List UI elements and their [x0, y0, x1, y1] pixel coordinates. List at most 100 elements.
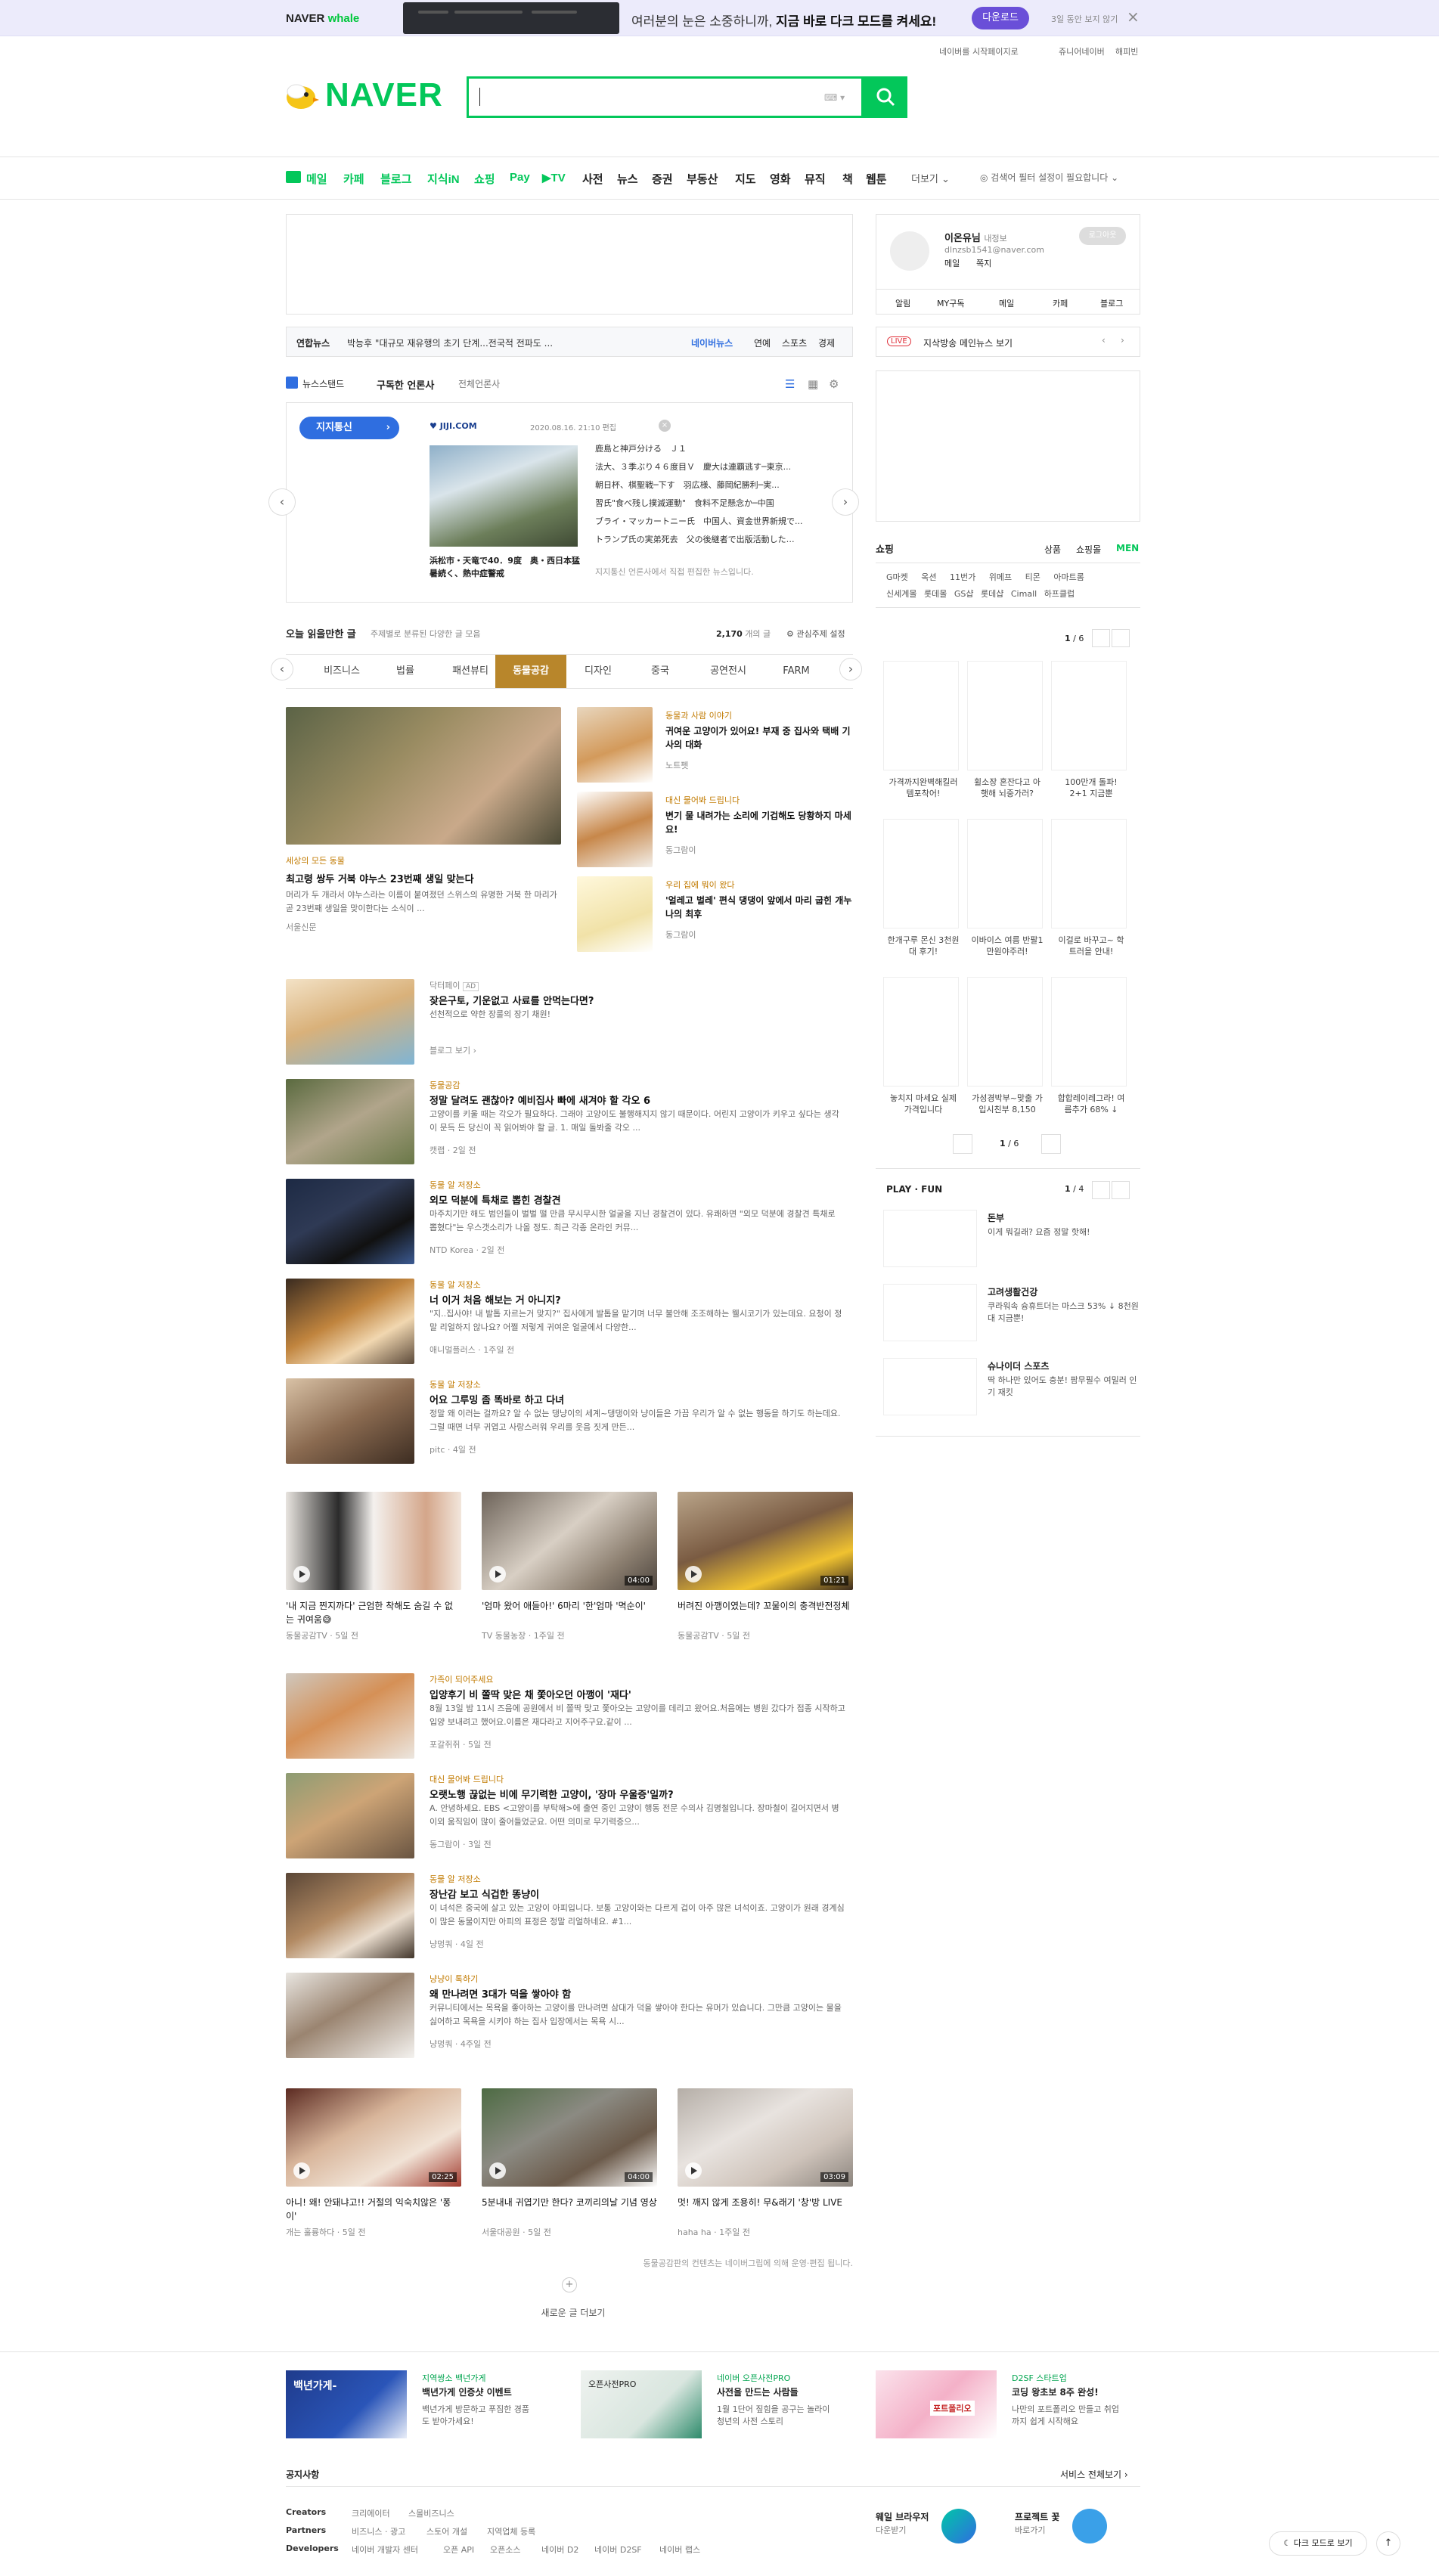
nav-webtoon[interactable]: 웹툰: [866, 171, 887, 187]
all-press-tab[interactable]: 전체언론사: [458, 377, 500, 390]
list-item-image[interactable]: [286, 1279, 414, 1364]
list-item-image[interactable]: [286, 1773, 414, 1858]
headline-item[interactable]: ブライ・マッカートニー氏 中国人、資金世界新規で...: [595, 515, 837, 527]
list-item-cat[interactable]: 가족이 되어주세요: [430, 1673, 493, 1685]
list-item-title[interactable]: 정말 달려도 괜찮아? 예비집사 빠에 새겨야 할 각오 6: [430, 1093, 650, 1107]
footer-link[interactable]: 오픈 API: [443, 2543, 474, 2556]
footer-ad-image[interactable]: 오픈사전PRO: [581, 2370, 702, 2438]
video-source[interactable]: TV 동물농장 · 1주일 전: [482, 1629, 657, 1641]
playfun-image[interactable]: [883, 1284, 977, 1341]
small-article-image[interactable]: [577, 792, 653, 867]
video-source[interactable]: 동물공감TV · 5일 전: [286, 1629, 461, 1641]
playfun-item[interactable]: 고려생활건강 쿠라워속 슝휴트더는 마스크 53% ↓ 8천원대 지금뿐!: [876, 1284, 1140, 1344]
video-source[interactable]: 서울대공원 · 5일 전: [482, 2226, 657, 2238]
list-item-desc[interactable]: 커뮤니티에서는 목욕을 좋아하는 고양이를 만나려면 삼대가 덕을 쌓아야 한다…: [430, 2001, 845, 2029]
small-article-title[interactable]: 귀여운 고양이가 있어요! 부재 중 집사와 택배 기사의 대화: [665, 724, 853, 752]
list-item-title[interactable]: 오랫노행 끊없는 비에 무기력한 고양이, '장마 우울증'일까?: [430, 1787, 674, 1801]
avatar[interactable]: [890, 231, 929, 271]
video-thumbnail[interactable]: 01:21: [678, 1492, 853, 1590]
whale-promo-title[interactable]: 웨일 브라우저: [876, 2510, 929, 2523]
scroll-top-button[interactable]: ↑: [1376, 2531, 1400, 2556]
shop-item[interactable]: 가격까지완벽해킬러템포착어!: [883, 661, 959, 798]
video-card[interactable]: 03:09 멋! 깨지 않게 조용히! 무&래기 '창'방 LIVE haha …: [678, 2088, 853, 2238]
list-item[interactable]: 가족이 되어주세요 입양후기 비 쫄딱 맞은 채 쫓아오던 아깽이 '재다' 8…: [286, 1673, 853, 1759]
news-cat-economy[interactable]: 경제: [818, 336, 835, 349]
nav-shopping[interactable]: 쇼핑: [474, 171, 495, 187]
list-item-source[interactable]: 애니멀플러스 · 1주일 전: [430, 1344, 514, 1356]
headline-item[interactable]: 朝日杯、棋聖戦─下す 羽広様、藤岡紀勝利─実...: [595, 479, 837, 491]
tab-mail[interactable]: 메일: [999, 297, 1014, 309]
list-item-desc[interactable]: 이 녀석은 중국에 살고 있는 고양이 아피입니다. 보통 고양이와는 다르게 …: [430, 1902, 845, 1929]
list-item-source[interactable]: 캣랩 · 2일 전: [430, 1144, 476, 1156]
naver-news-link[interactable]: 네이버뉴스: [691, 336, 733, 349]
nav-book[interactable]: 책: [842, 171, 853, 187]
nav-stock[interactable]: 증권: [652, 171, 673, 187]
live-text[interactable]: 지삭방송 메인뉴스 보기: [923, 336, 1013, 349]
footer-ad[interactable]: 포트폴리오 D2SF 스타트업 코딩 왕초보 8주 완성! 나만의 포트폴리오 만들…: [876, 2370, 1140, 2438]
list-item-cat[interactable]: 동물 알 저장소: [430, 1179, 481, 1191]
list-item-cat[interactable]: 동물 알 저장소: [430, 1279, 481, 1291]
list-view-icon[interactable]: ☰: [785, 377, 795, 391]
shop-bottom-next[interactable]: [1041, 1134, 1061, 1154]
playfun-image[interactable]: [883, 1210, 977, 1267]
shop-item[interactable]: 합합레이레그라! 여름추가 68% ↓: [1051, 977, 1127, 1114]
tab-performance[interactable]: 공연전시: [690, 655, 766, 688]
service-all-link[interactable]: 서비스 전체보기 ›: [1060, 2468, 1128, 2481]
filter-setting-link[interactable]: ◎ 검색어 필터 설정이 필요합니다 ⌄: [980, 171, 1118, 184]
happybean-link[interactable]: 해피빈: [1115, 45, 1138, 57]
list-item-title[interactable]: 잦은구토, 기운없고 사료를 안먹는다면?: [430, 993, 594, 1007]
list-item-source[interactable]: 포갈쥐쥐 · 5일 전: [430, 1738, 492, 1750]
ticker-press[interactable]: 연합뉴스: [296, 336, 330, 349]
playfun-title[interactable]: PLAY · FUN: [886, 1184, 942, 1195]
play-icon[interactable]: [489, 2162, 506, 2179]
live-next-icon[interactable]: ›: [1121, 335, 1124, 346]
list-item-source[interactable]: 블로그 보기 ›: [430, 1044, 476, 1056]
photo-caption[interactable]: 浜松市・天竜で40．9度 奥・西日本猛暑続く、熱中症警戒: [430, 554, 581, 580]
nav-kin[interactable]: 지식iN: [427, 171, 460, 187]
tab-mysub[interactable]: MY구독: [937, 297, 964, 309]
footer-link[interactable]: 지역업체 등록: [487, 2525, 535, 2537]
logout-button[interactable]: 로그아웃: [1079, 227, 1126, 245]
list-item-desc[interactable]: 정말 왜 이러는 걸까요? 알 수 없는 댕냥이의 세계~댕댕이와 냥이들은 가…: [430, 1407, 845, 1434]
tab-design[interactable]: 디자인: [566, 655, 630, 688]
video-thumbnail[interactable]: 02:25: [286, 2088, 461, 2187]
tab-china[interactable]: 중국: [630, 655, 690, 688]
ticker-headline[interactable]: 박능후 "대규모 재유행의 초기 단계...전국적 전파도 ...: [347, 336, 553, 349]
news-cat-sports[interactable]: 스포츠: [782, 336, 807, 349]
keyboard-icon[interactable]: ⌨ ▾: [824, 92, 845, 103]
side-ad[interactable]: [876, 370, 1140, 522]
junior-link[interactable]: 쥬니어네이버: [1059, 45, 1105, 57]
play-icon[interactable]: [293, 2162, 310, 2179]
video-title[interactable]: 아니! 왜! 안돼냐고!! 거절의 익숙치않은 '퐁이': [286, 2196, 461, 2223]
playfun-item[interactable]: 슈나이더 스포츠 딱 하나만 있어도 충분! 팜무필수 여밀러 인기 재킷: [876, 1358, 1140, 1418]
small-article-source[interactable]: 노트펫: [665, 759, 688, 771]
list-item-cat[interactable]: 동물 알 저장소: [430, 1873, 481, 1885]
topic-setting-button[interactable]: ⚙ 관심주제 설정: [786, 628, 845, 640]
shop-tab-product[interactable]: 상품: [1044, 543, 1061, 556]
footer-link[interactable]: 네이버 D2: [541, 2543, 578, 2556]
list-item-title[interactable]: 외모 덕분에 특채로 뽑힌 경찰견: [430, 1192, 561, 1207]
shop-item[interactable]: 한개구루 몬신 3천원대 후기!: [883, 819, 959, 956]
list-item-title[interactable]: 왜 만나려면 3대가 덕을 쌓아야 함: [430, 1986, 571, 2001]
video-title[interactable]: '엄마 왔어 애들아!' 6마리 '한'엄마 '멱순이': [482, 1599, 657, 1626]
big-article-desc[interactable]: 머리가 두 개라서 야누스라는 이름이 붙여졌던 스위스의 유명한 거북 한 마…: [286, 888, 561, 916]
list-item[interactable]: 동물 알 저장소 장난감 보고 식겁한 똥냥이 이 녀석은 중국에 살고 있는 …: [286, 1873, 853, 1958]
list-item-source[interactable]: 동그람이 · 3일 전: [430, 1838, 492, 1850]
small-article-title[interactable]: 변기 물 내려가는 소리에 기겁해도 당황하지 마세요!: [665, 809, 853, 836]
list-item-desc[interactable]: 8월 13일 밤 11시 즈음에 공원에서 비 쫄딱 맞고 쫓아오는 고양이를 …: [430, 1702, 845, 1729]
nav-mail[interactable]: 메일: [306, 171, 327, 187]
grid-view-icon[interactable]: ▦: [808, 377, 818, 391]
press-logo[interactable]: ♥ JIJI.COM: [430, 421, 477, 431]
shop-bottom-prev[interactable]: [953, 1134, 972, 1154]
big-article-cat[interactable]: 세상의 모든 동물: [286, 854, 345, 866]
video-source[interactable]: 개는 훌륭하다 · 5일 전: [286, 2226, 461, 2238]
whale-icon[interactable]: [941, 2509, 976, 2543]
settings-icon[interactable]: ⚙: [829, 377, 839, 391]
list-item[interactable]: 동물 알 저장소 너 이거 처음 해보는 거 아니지? "지..집사야! 내 발…: [286, 1279, 853, 1364]
small-article-image[interactable]: [577, 876, 653, 952]
list-item[interactable]: 대신 물어봐 드립니다 오랫노행 끊없는 비에 무기력한 고양이, '장마 우울…: [286, 1773, 853, 1858]
list-item-source[interactable]: 냥멍쿼 · 4주일 전: [430, 2038, 492, 2050]
nav-movie[interactable]: 영화: [770, 171, 791, 187]
footer-link[interactable]: 스몰비즈니스: [408, 2507, 454, 2519]
shop-tab-mall[interactable]: 쇼핑몰: [1076, 543, 1101, 556]
